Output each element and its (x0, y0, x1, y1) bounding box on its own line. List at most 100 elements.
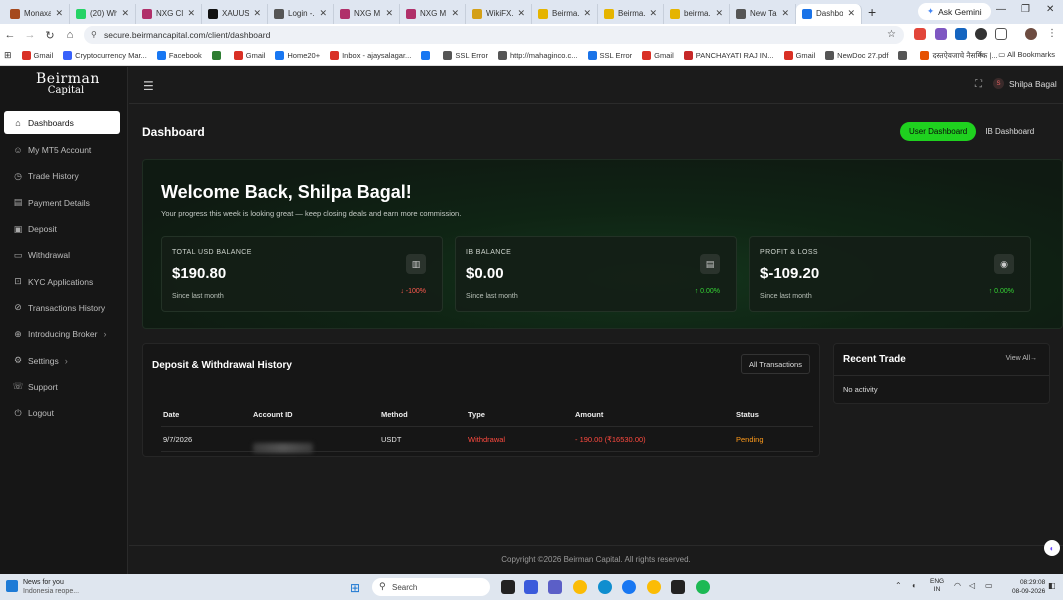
sidebar-item-deposit[interactable]: ▣ Deposit (0, 216, 128, 242)
bookmark-item[interactable] (211, 51, 224, 61)
tab-close-icon[interactable]: ✕ (121, 8, 129, 19)
reload-icon[interactable]: ↻ (40, 29, 60, 42)
bookmark-item[interactable] (898, 51, 910, 61)
windows-start-icon[interactable]: ⊞ (350, 581, 360, 595)
view-all-link[interactable]: View All→ (1006, 355, 1037, 362)
browser-tab[interactable]: XAUUSD...✕ (202, 3, 268, 24)
bookmark-item[interactable]: दस्तऐवजाचे नैसर्गिक |... (920, 51, 998, 61)
news-widget[interactable]: News for you Indonesia reope... (6, 578, 79, 596)
browser-tab[interactable]: NXG M... ✕ (400, 3, 466, 24)
browser-tab[interactable]: New Tab ✕ (730, 3, 796, 24)
app-icon[interactable] (671, 580, 685, 594)
sidebar-item-kyc-applications[interactable]: ⊡ KYC Applications (0, 268, 128, 294)
tab-close-icon[interactable]: ✕ (517, 8, 525, 19)
sidebar-item-withdrawal[interactable]: ▭ Withdrawal (0, 242, 128, 268)
teams-icon[interactable] (548, 580, 562, 594)
more-bookmarks-icon[interactable]: » (979, 50, 983, 59)
hamburger-menu-icon[interactable]: ☰ (143, 79, 154, 93)
bookmark-item[interactable]: Inbox - ajaysalagar... (330, 51, 411, 61)
bookmark-item[interactable]: Cryptocurrency Mar... (63, 51, 147, 61)
back-icon[interactable]: ← (0, 29, 20, 41)
browser-tab[interactable]: (20) Wh...✕ (70, 3, 136, 24)
sidebar-item-trade-history[interactable]: ◷ Trade History (0, 163, 128, 189)
home-browser-icon[interactable]: ⌂ (60, 29, 80, 41)
bookmark-star-icon[interactable]: ☆ (887, 29, 896, 40)
forward-icon[interactable]: → (20, 29, 40, 41)
chrome-profile-icon[interactable] (647, 580, 661, 594)
new-tab-icon[interactable]: + (868, 4, 876, 20)
tab-close-icon[interactable]: ✕ (451, 8, 459, 19)
bookmark-item[interactable]: Facebook (156, 51, 202, 61)
bookmark-item[interactable]: Gmail (642, 51, 674, 61)
metamask-extension-icon[interactable] (914, 28, 926, 40)
assistant-bubble-icon[interactable]: ◐ (1044, 540, 1060, 556)
browser-tab[interactable]: Beirma...✕ (598, 3, 664, 24)
profile-avatar[interactable] (1025, 28, 1037, 40)
sidebar-item-my-mt5-account[interactable]: ☺ My MT5 Account (0, 137, 128, 163)
browser-tab[interactable]: NXG M... ✕ (334, 3, 400, 24)
tab-close-icon[interactable]: ✕ (319, 8, 327, 19)
bookmark-item[interactable]: PANCHAYATI RAJ IN... (683, 51, 774, 61)
tab-close-icon[interactable]: ✕ (649, 8, 657, 19)
bookmark-item[interactable]: http://mahaginco.c... (497, 51, 578, 61)
system-clock[interactable]: 08:29:08 08-09-2026 (1012, 578, 1045, 596)
bookmark-item[interactable]: Gmail (783, 51, 815, 61)
fullscreen-icon[interactable]: ⛶ (975, 79, 982, 90)
volume-icon[interactable]: ◁ (969, 581, 975, 590)
all-transactions-button[interactable]: All Transactions (741, 354, 810, 374)
browser-tab[interactable]: Beirma...✕ (532, 3, 598, 24)
bookmark-item[interactable]: Gmail (233, 51, 265, 61)
edge-icon[interactable] (598, 580, 612, 594)
facebook-icon[interactable] (622, 580, 636, 594)
browser-tab[interactable]: beirma... ✕ (664, 3, 730, 24)
extension-icon[interactable] (935, 28, 947, 40)
sidebar-item-payment-details[interactable]: ▤ Payment Details (0, 190, 128, 216)
notification-icon[interactable]: ◧ (1048, 581, 1056, 590)
tray-chevron-icon[interactable]: ⌃ (895, 581, 902, 590)
wifi-icon[interactable]: ◠ (954, 581, 961, 590)
tab-close-icon[interactable]: ✕ (847, 8, 855, 19)
chrome-icon[interactable] (573, 580, 587, 594)
tab-close-icon[interactable]: ✕ (715, 8, 723, 19)
extensions-puzzle-icon[interactable] (995, 28, 1007, 40)
extension-icon[interactable] (955, 28, 967, 40)
bookmark-item[interactable]: Gmail (21, 51, 53, 61)
user-dashboard-button[interactable]: User Dashboard (900, 122, 977, 141)
ask-gemini-button[interactable]: ✦ Ask Gemini (918, 3, 991, 20)
language-indicator[interactable]: ENG IN (930, 578, 944, 594)
taskview-icon[interactable] (501, 580, 515, 594)
tab-close-icon[interactable]: ✕ (385, 8, 393, 19)
ib-dashboard-button[interactable]: IB Dashboard (976, 122, 1043, 141)
tab-close-icon[interactable]: ✕ (253, 8, 261, 19)
apps-grid-icon[interactable]: ⊞ (4, 50, 12, 61)
tab-close-icon[interactable]: ✕ (583, 8, 591, 19)
brand-logo[interactable]: Beirman Capital (36, 72, 99, 97)
bookmark-item[interactable]: SSL Error (443, 51, 488, 61)
browser-tab[interactable]: Monaxa ✕ (4, 3, 70, 24)
bookmark-item[interactable]: SSL Error (587, 51, 632, 61)
minimize-icon[interactable]: — (996, 4, 1006, 15)
sidebar-item-dashboards[interactable]: ⌂ Dashboards (4, 111, 120, 134)
tray-app-icon[interactable]: ◐ (912, 581, 917, 590)
browser-tab[interactable]: NXG Cli...✕ (136, 3, 202, 24)
extension-icon[interactable] (975, 28, 987, 40)
spotify-icon[interactable] (696, 580, 710, 594)
browser-menu-icon[interactable]: ⋮ (1046, 28, 1058, 40)
tab-close-icon[interactable]: ✕ (187, 8, 195, 19)
all-bookmarks-link[interactable]: ▭ All Bookmarks (998, 50, 1055, 59)
battery-icon[interactable]: ▭ (985, 581, 993, 590)
bookmark-item[interactable]: Home20+ (275, 51, 320, 61)
taskbar-search[interactable]: ⚲ Search (372, 578, 490, 596)
url-input[interactable]: ⚲ secure.beirmancapital.com/client/dashbo… (84, 26, 904, 44)
tab-close-icon[interactable]: ✕ (781, 8, 789, 19)
close-window-icon[interactable]: ✕ (1046, 4, 1054, 15)
browser-tab[interactable]: WikiFX...✕ (466, 3, 532, 24)
sidebar-item-introducing-broker[interactable]: ⊕ Introducing Broker › (0, 321, 128, 347)
maximize-icon[interactable]: ❐ (1021, 4, 1030, 15)
browser-tab[interactable]: Dashbo...✕ (796, 3, 862, 24)
browser-tab[interactable]: Login -... ✕ (268, 3, 334, 24)
sidebar-item-settings[interactable]: ⚙ Settings › (0, 347, 128, 373)
site-info-icon[interactable]: ⚲ (91, 30, 97, 39)
user-menu[interactable]: S Shilpa Bagal (993, 78, 1057, 89)
bookmark-item[interactable]: NewDoc 27.pdf (825, 51, 888, 61)
